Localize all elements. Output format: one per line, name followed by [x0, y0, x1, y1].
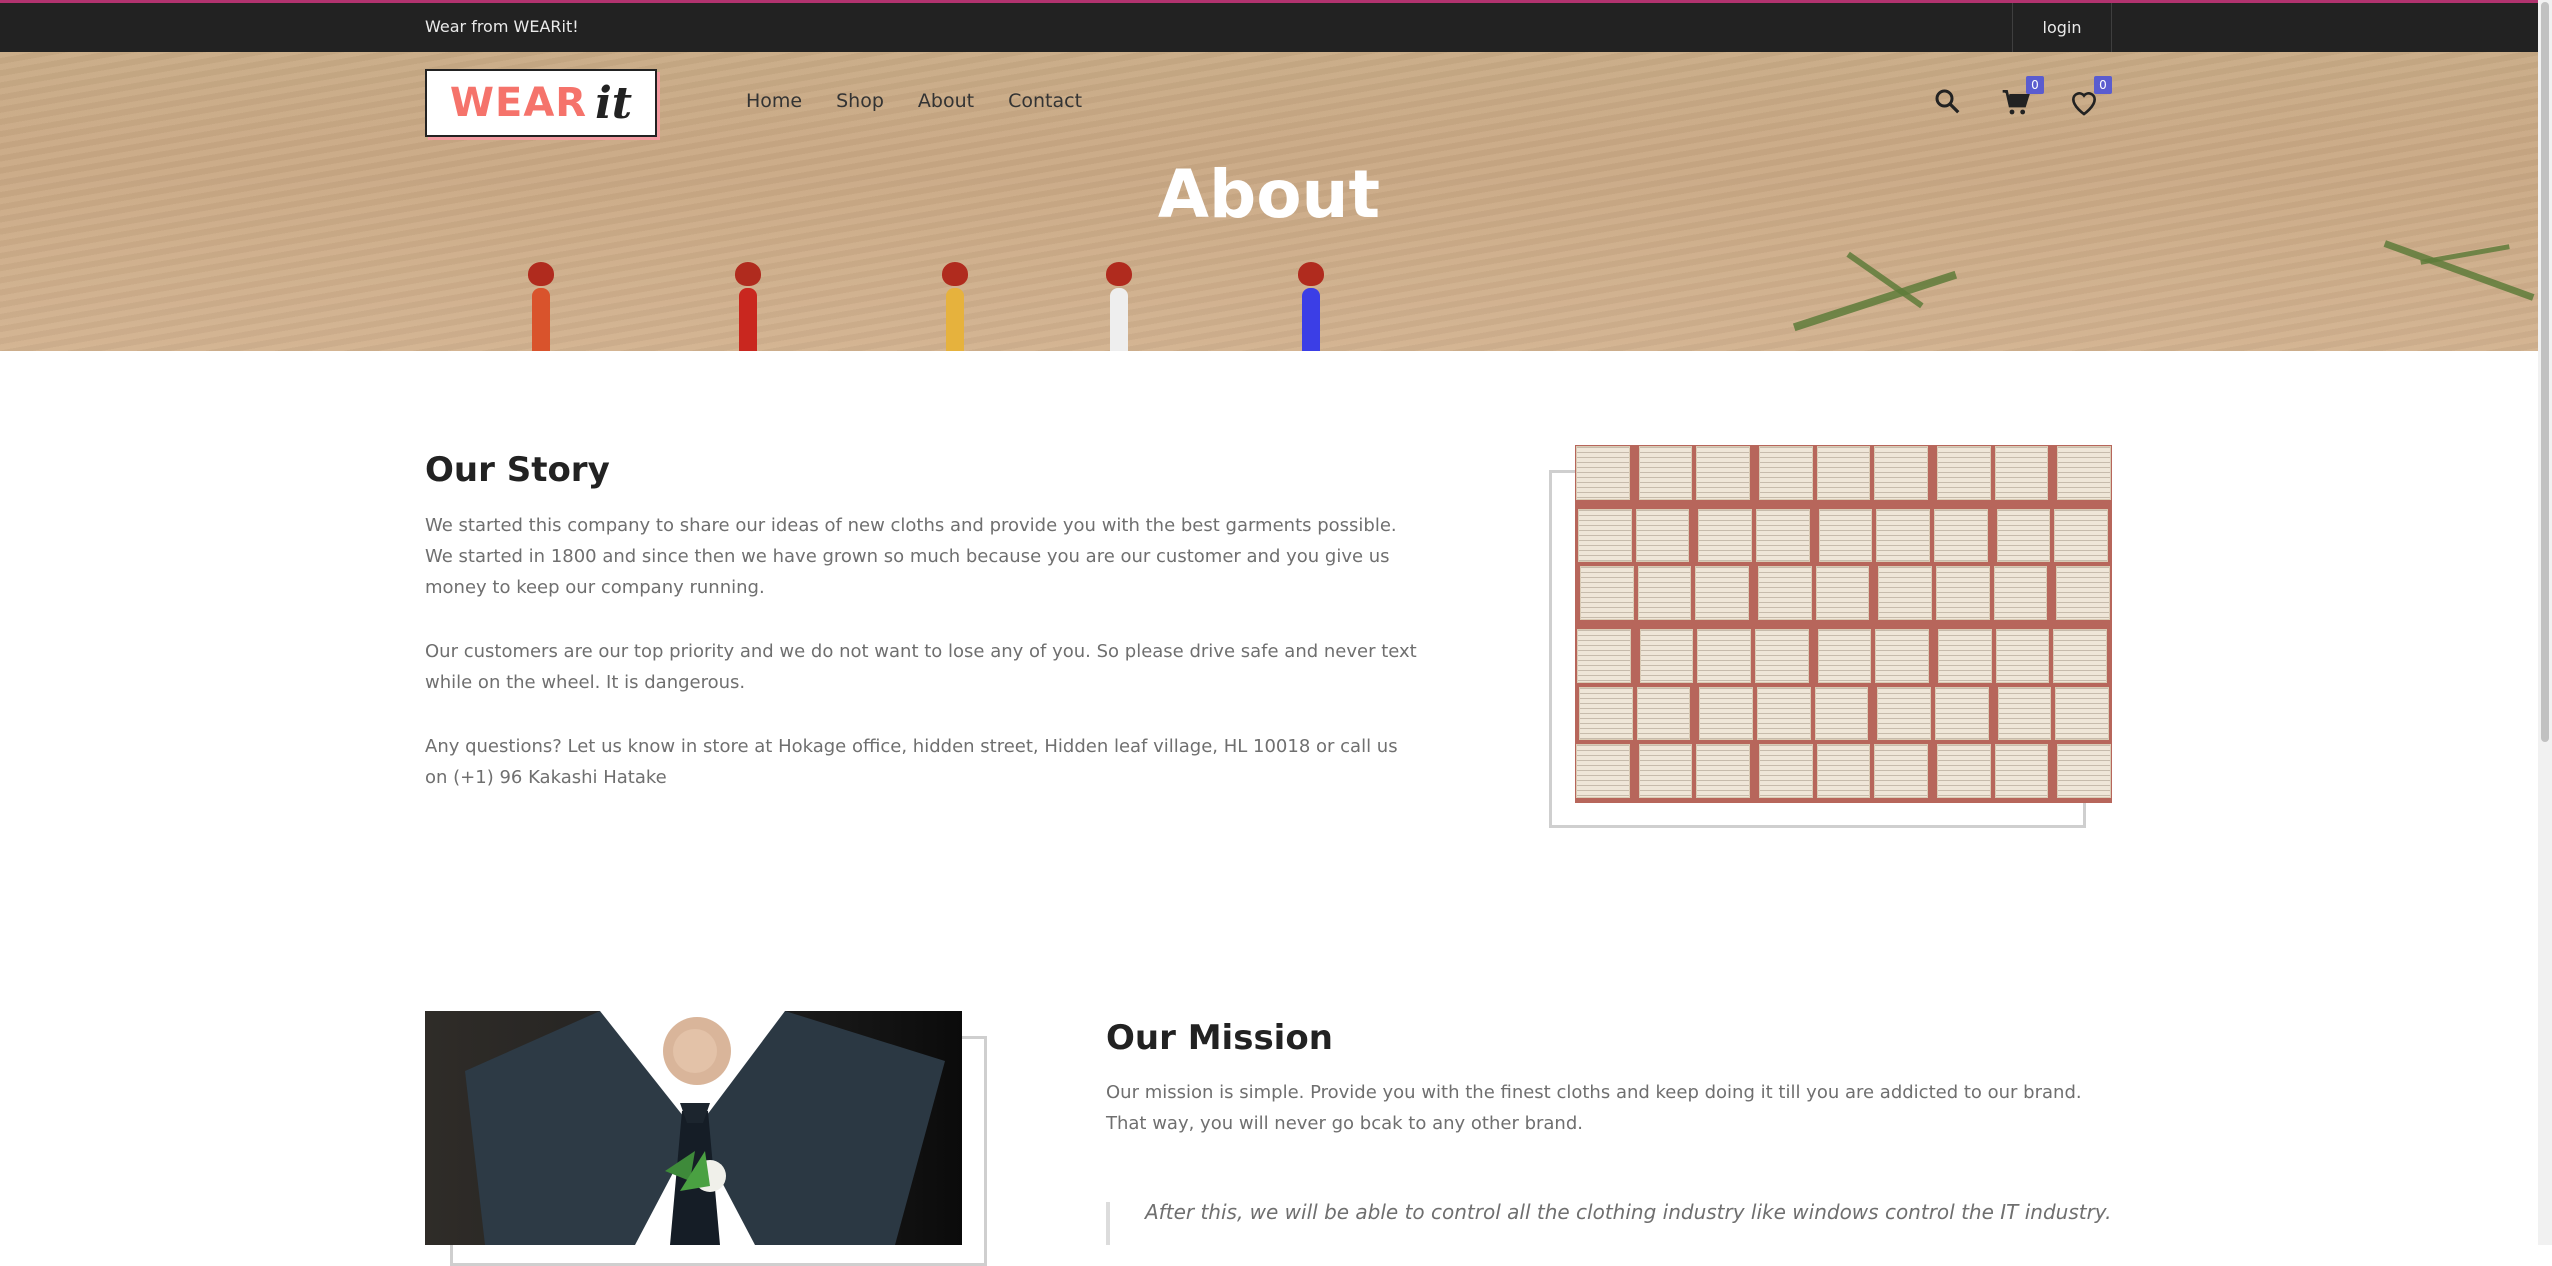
- book-page: [1877, 686, 1931, 741]
- book-page: [1578, 508, 1632, 563]
- suit-image: [425, 1011, 962, 1245]
- book-page: [2053, 629, 2107, 683]
- book-page: [1878, 566, 1932, 620]
- book-page: [1935, 686, 1989, 741]
- book-page: [1697, 629, 1751, 683]
- mission-paragraph: Our mission is simple. Provide you with …: [1106, 1082, 2082, 1134]
- logo-word: WEAR: [449, 80, 588, 126]
- book-page: [1759, 446, 1813, 500]
- welcome-text: Wear from WEARit!: [425, 17, 579, 36]
- book-page: [1635, 508, 1690, 563]
- top-bar: Wear from WEARit! login: [0, 0, 2538, 52]
- book-page: [1576, 744, 1630, 798]
- book-page: [1757, 686, 1811, 741]
- heart-icon[interactable]: 0: [2068, 76, 2112, 122]
- page-title: About: [1157, 156, 1381, 233]
- book-page: [1874, 446, 1928, 500]
- story-paragraph-1: We started this company to share our ide…: [425, 515, 1397, 598]
- book-page: [1576, 446, 1630, 500]
- hero-figure: [735, 262, 761, 351]
- book-page: [1696, 446, 1750, 500]
- book-page: [1639, 629, 1694, 683]
- book-page: [1938, 629, 1992, 683]
- book-page: [1638, 446, 1693, 500]
- book-page: [1758, 566, 1812, 620]
- book-page: [1698, 508, 1752, 563]
- book-page: [1759, 744, 1813, 798]
- story-paragraph-3: Any questions? Let us know in store at H…: [425, 736, 1398, 788]
- book-page: [1579, 686, 1633, 741]
- book-page: [1696, 744, 1750, 798]
- book-page: [1993, 566, 2048, 620]
- cart-icon[interactable]: 0: [2000, 76, 2044, 122]
- book-page: [2056, 566, 2110, 620]
- book-page: [1638, 744, 1693, 798]
- book-page: [1699, 686, 1753, 741]
- hero-figure: [942, 262, 968, 351]
- logo-it: it: [595, 77, 633, 129]
- login-link[interactable]: login: [2012, 3, 2112, 52]
- book-page: [1934, 508, 1988, 563]
- mission-quote: After this, we will be able to control a…: [1145, 1200, 2112, 1224]
- book-page: [1996, 508, 2051, 563]
- cart-count-badge: 0: [2026, 76, 2044, 94]
- book-page: [1937, 744, 1991, 798]
- page-scrollbar[interactable]: [2538, 0, 2552, 1245]
- book-page: [1755, 629, 1809, 683]
- book-page: [1875, 629, 1929, 683]
- book-page: [1818, 508, 1873, 563]
- main-nav: Home Shop About Contact: [746, 90, 1082, 112]
- brand-logo[interactable]: WEAR it: [425, 69, 657, 137]
- hero-figure: [1106, 262, 1132, 351]
- search-icon[interactable]: [1932, 86, 1968, 122]
- book-page: [1816, 446, 1871, 500]
- book-page: [1937, 446, 1991, 500]
- nav-home[interactable]: Home: [746, 90, 802, 112]
- nav-contact[interactable]: Contact: [1008, 90, 1082, 112]
- book-page: [1814, 686, 1869, 741]
- wishlist-count-badge: 0: [2094, 76, 2112, 94]
- book-page: [2057, 446, 2111, 500]
- book-page: [1577, 629, 1631, 683]
- book-page: [1815, 566, 1870, 620]
- nav-shop[interactable]: Shop: [836, 90, 884, 112]
- story-title: Our Story: [425, 450, 610, 490]
- quote-bar: [1106, 1202, 1110, 1245]
- hero-figure: [1298, 262, 1324, 351]
- nav-about[interactable]: About: [918, 90, 974, 112]
- scrollbar-thumb[interactable]: [2541, 2, 2549, 742]
- book-page: [1636, 686, 1691, 741]
- book-page: [1637, 566, 1692, 620]
- mission-title: Our Mission: [1106, 1018, 1333, 1058]
- book-page: [1756, 508, 1810, 563]
- hero-figure: [528, 262, 554, 351]
- book-page: [1876, 508, 1930, 563]
- book-page: [1580, 566, 1634, 620]
- book-page: [2055, 686, 2109, 741]
- books-image: [1575, 445, 2112, 803]
- book-page: [1995, 629, 2050, 683]
- story-paragraph-2: Our customers are our top priority and w…: [425, 641, 1417, 693]
- book-page: [1997, 686, 2052, 741]
- book-page: [1817, 629, 1872, 683]
- book-page: [2057, 744, 2111, 798]
- book-page: [1695, 566, 1749, 620]
- book-page: [1874, 744, 1928, 798]
- book-page: [1994, 744, 2049, 798]
- book-page: [2054, 508, 2108, 563]
- hero-banner: WEAR it Home Shop About Contact 0 0 Abou…: [0, 52, 2538, 351]
- book-page: [1936, 566, 1990, 620]
- book-page: [1994, 446, 2049, 500]
- book-page: [1816, 744, 1871, 798]
